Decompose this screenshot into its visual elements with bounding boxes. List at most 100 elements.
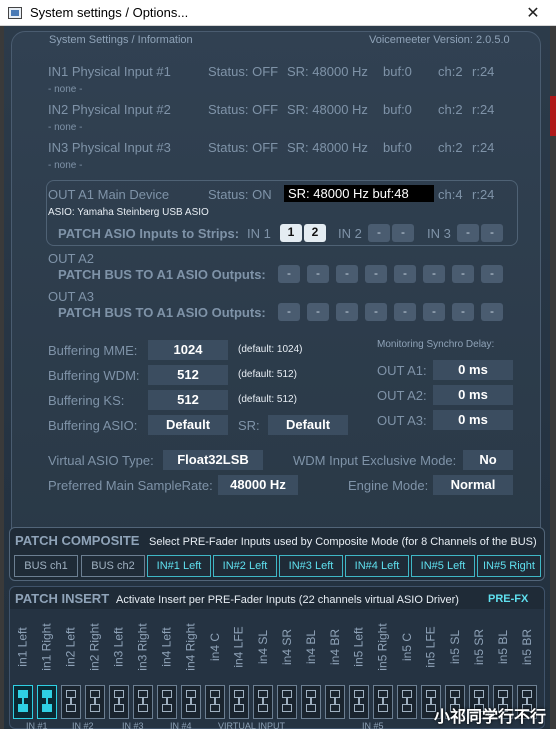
asio-sr-value[interactable]: Default xyxy=(268,415,348,435)
insert-channel-label: in5 SL xyxy=(448,629,462,665)
buffering-wdm-default: (default: 512) xyxy=(238,369,297,380)
out-a3-patch-btn[interactable]: - xyxy=(336,303,358,321)
buffering-wdm-label: Buffering WDM: xyxy=(48,368,140,383)
engine-mode-label: Engine Mode: xyxy=(348,478,429,493)
monitoring-a1-label: OUT A1: xyxy=(377,363,427,378)
out-a3-patch-btn[interactable]: - xyxy=(481,303,503,321)
patch-in3-btn-2[interactable]: - xyxy=(481,224,503,242)
out-a3-patch-btn[interactable]: - xyxy=(394,303,416,321)
patch-composite-desc: Select PRE-Fader Inputs used by Composit… xyxy=(149,536,537,548)
out-a3-patch-label: PATCH BUS TO A1 ASIO Outputs: xyxy=(58,305,266,320)
out-a2-patch-btn[interactable]: - xyxy=(336,265,358,283)
insert-toggle[interactable] xyxy=(301,685,321,719)
composite-btn-bus-ch1[interactable]: BUS ch1 xyxy=(14,555,78,577)
composite-btn-in5-right[interactable]: IN#5 Right xyxy=(477,555,541,577)
out-a2-patch-btn[interactable]: - xyxy=(452,265,474,283)
samplerate-value[interactable]: 48000 Hz xyxy=(218,475,298,495)
pre-fx-label: PRE-FX xyxy=(488,593,529,605)
insert-toggle[interactable] xyxy=(85,685,105,719)
patch-in1-btn-1[interactable]: 1 xyxy=(280,224,302,242)
out-a3-patch-btn[interactable]: - xyxy=(452,303,474,321)
insert-toggle[interactable] xyxy=(61,685,81,719)
buffering-mme-value[interactable]: 1024 xyxy=(148,340,228,360)
input-status: Status: OFF xyxy=(208,64,279,79)
insert-toggle[interactable] xyxy=(205,685,225,719)
composite-btn-in5-left[interactable]: IN#5 Left xyxy=(411,555,475,577)
insert-toggle[interactable] xyxy=(37,685,57,719)
composite-btn-in4-left[interactable]: IN#4 Left xyxy=(345,555,409,577)
monitoring-a2-label: OUT A2: xyxy=(377,388,427,403)
composite-btn-in1-left[interactable]: IN#1 Left xyxy=(147,555,211,577)
insert-toggle[interactable] xyxy=(109,685,129,719)
insert-group-label: IN #5 xyxy=(362,721,384,729)
title-bar: System settings / Options... ✕ xyxy=(0,0,556,26)
patch-asio-label: PATCH ASIO Inputs to Strips: xyxy=(58,226,240,241)
out-a3-patch-btn[interactable]: - xyxy=(307,303,329,321)
asio-type-label: Virtual ASIO Type: xyxy=(48,453,154,468)
insert-toggle[interactable] xyxy=(13,685,33,719)
close-icon[interactable]: ✕ xyxy=(510,0,556,26)
patch-in1-label: IN 1 xyxy=(247,226,271,241)
out-a3-patch-btn[interactable]: - xyxy=(365,303,387,321)
insert-group-label: IN #4 xyxy=(170,721,192,729)
composite-btn-in2-left[interactable]: IN#2 Left xyxy=(213,555,277,577)
buffering-ks-value[interactable]: 512 xyxy=(148,390,228,410)
input-status: Status: OFF xyxy=(208,140,279,155)
insert-channel-label: in4 LFE xyxy=(232,626,247,668)
out-a3-patch-btn[interactable]: - xyxy=(278,303,300,321)
out-a2-patch-btn[interactable]: - xyxy=(481,265,503,283)
insert-toggle[interactable] xyxy=(325,685,345,719)
insert-toggle[interactable] xyxy=(229,685,249,719)
buffering-ks-default: (default: 512) xyxy=(238,394,297,405)
out-a2-patch-btn[interactable]: - xyxy=(365,265,387,283)
patch-in1-btn-2[interactable]: 2 xyxy=(304,224,326,242)
wdm-exclusive-value[interactable]: No xyxy=(463,450,513,470)
out-a1-r: r:24 xyxy=(472,187,495,202)
composite-btn-in3-left[interactable]: IN#3 Left xyxy=(279,555,343,577)
insert-toggle[interactable] xyxy=(397,685,417,719)
engine-mode-value[interactable]: Normal xyxy=(433,475,513,495)
asio-type-value[interactable]: Float32LSB xyxy=(163,450,263,470)
out-a3-name: OUT A3 xyxy=(48,289,95,304)
insert-group-label: IN #3 xyxy=(122,721,144,729)
insert-channel-label: in3 Right xyxy=(136,623,150,671)
input-name: IN1 Physical Input #1 xyxy=(48,64,171,79)
input-buf: buf:0 xyxy=(383,64,412,79)
monitoring-a2-value[interactable]: 0 ms xyxy=(433,385,513,405)
monitoring-a3-label: OUT A3: xyxy=(377,413,427,428)
input-name: IN3 Physical Input #3 xyxy=(48,140,171,155)
buffering-asio-value[interactable]: Default xyxy=(148,415,228,435)
insert-toggle[interactable] xyxy=(277,685,297,719)
insert-toggle[interactable] xyxy=(157,685,177,719)
insert-toggle[interactable] xyxy=(133,685,153,719)
insert-toggle[interactable] xyxy=(253,685,273,719)
out-a3-patch-btn[interactable]: - xyxy=(423,303,445,321)
app-icon xyxy=(8,6,22,19)
out-a2-patch-btn[interactable]: - xyxy=(423,265,445,283)
input-device: - none - xyxy=(48,122,83,133)
buffering-mme-default: (default: 1024) xyxy=(238,344,303,355)
buffering-wdm-value[interactable]: 512 xyxy=(148,365,228,385)
out-a2-patch-btn[interactable]: - xyxy=(394,265,416,283)
out-a2-patch-btn[interactable]: - xyxy=(307,265,329,283)
insert-channel-label: in4 C xyxy=(208,632,223,662)
patch-in2-btn-2[interactable]: - xyxy=(392,224,414,242)
insert-channel-label: in4 SL xyxy=(256,629,270,665)
patch-insert-desc: Activate Insert per PRE-Fader Inputs (22… xyxy=(116,594,459,606)
composite-btn-bus-ch2[interactable]: BUS ch2 xyxy=(81,555,145,577)
insert-channel-label: in5 BL xyxy=(496,629,510,665)
asio-sr-label: SR: xyxy=(238,418,260,433)
monitoring-a3-value[interactable]: 0 ms xyxy=(433,410,513,430)
insert-toggle[interactable] xyxy=(181,685,201,719)
input-sr: SR: 48000 Hz xyxy=(287,64,368,79)
out-a2-patch-label: PATCH BUS TO A1 ASIO Outputs: xyxy=(58,267,266,282)
insert-channel-label: in5 Left xyxy=(352,627,366,667)
buffering-ks-label: Buffering KS: xyxy=(48,393,125,408)
monitoring-a1-value[interactable]: 0 ms xyxy=(433,360,513,380)
insert-toggle[interactable] xyxy=(349,685,369,719)
insert-toggle[interactable] xyxy=(373,685,393,719)
patch-in2-btn-1[interactable]: - xyxy=(368,224,390,242)
out-a2-patch-btn[interactable]: - xyxy=(278,265,300,283)
patch-in3-btn-1[interactable]: - xyxy=(457,224,479,242)
buffering-asio-label: Buffering ASIO: xyxy=(48,418,138,433)
